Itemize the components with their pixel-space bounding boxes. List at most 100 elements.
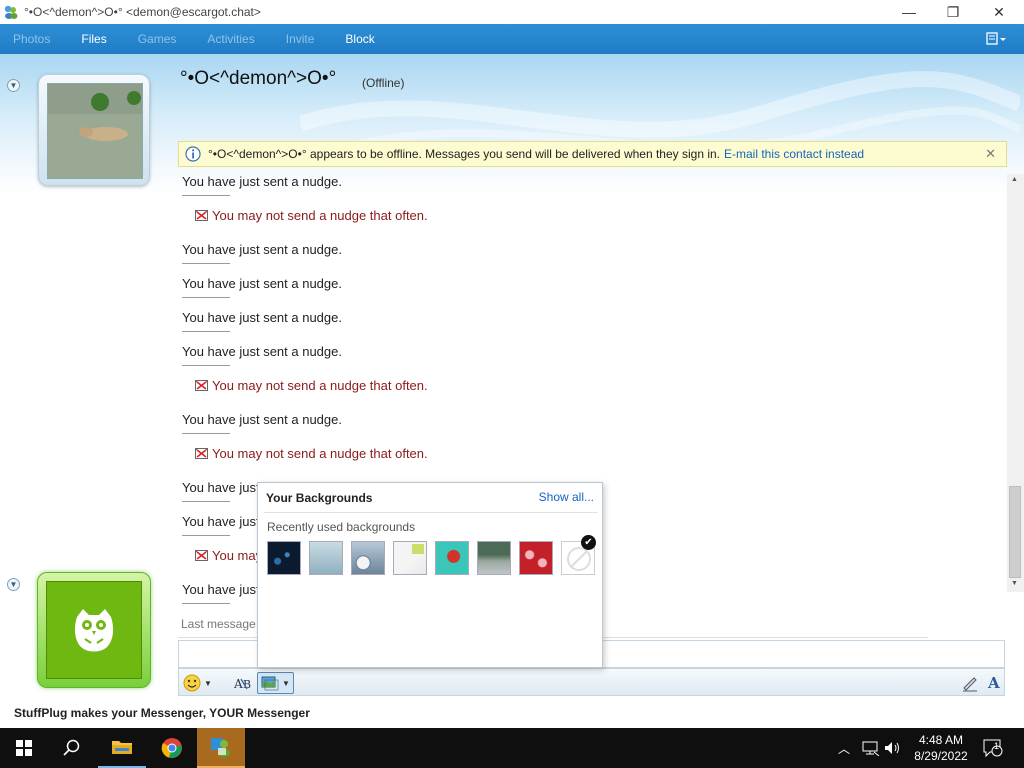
message-divider [182,263,230,264]
user-avatar-frame[interactable] [37,572,151,688]
network-tray[interactable] [862,728,880,768]
collapse-contact-avatar-button[interactable]: ▼ [7,79,20,92]
chevron-down-icon: ▼ [9,81,18,90]
infobar-message: °•Ο<^demon^>Ο•° appears to be offline. M… [208,147,720,161]
messenger-icon [211,738,230,757]
minimize-button[interactable]: — [886,0,932,24]
background-thumbnail[interactable] [477,541,511,575]
tray-overflow[interactable]: ︿ [838,728,850,768]
contact-name: °•Ο<^demon^>Ο•° [180,68,337,89]
scroll-down-icon[interactable]: ▼ [1011,580,1018,587]
message-divider [182,501,230,502]
message-warning: You may not send a nudge that often. [195,378,428,393]
font-button[interactable]: A [988,672,1000,694]
emoticon-dropdown-icon: ▼ [204,678,212,688]
font-icon: A [988,674,1000,692]
toolbar-games[interactable]: Games [138,32,177,46]
message-nudge: You have just [182,514,260,536]
nudge-warning-icon [195,448,208,459]
backgrounds-popup: Your Backgrounds Show all... Recently us… [257,482,603,668]
spellcheck-button[interactable]: A B [234,672,254,694]
maximize-icon: ❐ [946,3,960,20]
background-thumbnail[interactable] [519,541,553,575]
nudge-warning-icon [195,380,208,391]
search-icon [63,739,80,756]
last-message-info: Last message r [181,617,264,631]
messenger-toolbar: Photos Files Games Activities Invite Blo… [0,24,1024,54]
close-button[interactable]: ✕ [976,0,1022,24]
scroll-up-icon[interactable]: ▲ [1011,176,1018,183]
chrome-icon [161,738,182,758]
start-button[interactable] [0,728,48,768]
input-toolbar: ▼ A B ▼ A [178,668,1005,696]
email-contact-link[interactable]: E-mail this contact instead [724,147,864,161]
background-icon [261,676,279,691]
chrome-button[interactable] [148,728,196,768]
conversation-scrollbar[interactable]: ▲ ▼ [1007,174,1024,592]
toolbar-activities[interactable]: Activities [207,32,254,46]
backgrounds-dropdown-icon: ▼ [282,678,290,688]
user-avatar [46,581,142,679]
file-explorer-icon [112,741,132,754]
contact-status: (Offline) [362,76,405,90]
popup-subtitle: Recently used backgrounds [267,520,416,534]
owl-icon [74,609,114,652]
background-thumbnail[interactable] [267,541,301,575]
search-button[interactable] [48,728,96,768]
message-divider [182,433,230,434]
message-divider [182,603,230,604]
message-warning: You may not send a nudge that often. [195,208,428,223]
background-thumbnail[interactable] [351,541,385,575]
taskbar-clock[interactable]: 4:48 AM 8/29/2022 [906,732,976,764]
message-divider [182,331,230,332]
title-bar: °•Ο<^demon^>Ο•° <demon@escargot.chat> — … [0,0,1024,24]
popup-title: Your Backgrounds [266,491,373,505]
maximize-button[interactable]: ❐ [930,0,976,24]
background-thumbnail[interactable] [393,541,427,575]
message-divider [182,535,230,536]
message-divider [182,195,230,196]
menu-dropdown-icon [986,32,1006,45]
info-icon [185,146,201,162]
spellcheck-icon: A B [234,677,251,691]
nudge-warning-icon [195,210,208,221]
message-nudge: You have just sent a nudge. [182,276,342,298]
file-explorer-button[interactable] [98,728,146,768]
handwriting-icon [963,677,977,692]
background-thumbnail[interactable] [309,541,343,575]
infobar-close-icon[interactable]: ✕ [985,146,996,162]
toolbar-invite[interactable]: Invite [286,32,315,46]
messenger-app-icon [4,5,18,19]
volume-tray[interactable] [884,728,902,768]
message-nudge: You have just sent a nudge. [182,344,342,366]
close-icon: ✕ [993,3,1005,20]
emoticon-button[interactable]: ▼ [183,672,212,694]
windows-start-icon [16,740,32,756]
message-nudge: You have just sent a nudge. [182,242,342,264]
collapse-user-avatar-button[interactable]: ▼ [7,578,20,591]
windows-taskbar: ︿ 4:48 AM 8/29/2022 1 [0,728,1024,768]
handwriting-button[interactable] [961,672,979,694]
message-warning: You may [195,548,262,563]
nudge-warning-icon [195,550,208,561]
clock-date: 8/29/2022 [914,749,968,763]
message-divider [182,297,230,298]
stuffplug-footer: StuffPlug makes your Messenger, YOUR Mes… [14,706,310,720]
message-warning: You may not send a nudge that often. [195,446,428,461]
toolbar-block[interactable]: Block [345,32,374,46]
toolbar-files[interactable]: Files [81,32,106,46]
chevron-down-icon: ▼ [9,580,18,589]
emoticon-icon [183,674,201,692]
clock-time: 4:48 AM [918,733,964,747]
toolbar-menu-button[interactable] [986,31,1008,47]
messenger-taskbar-button[interactable] [197,728,245,768]
backgrounds-button[interactable]: ▼ [257,672,294,694]
toolbar-photos[interactable]: Photos [13,32,50,46]
background-thumbnail[interactable] [435,541,469,575]
notification-icon [983,739,1003,758]
scrollbar-thumb[interactable] [1009,486,1021,578]
notification-center[interactable]: 1 [982,728,1004,768]
contact-avatar-frame[interactable] [38,74,150,186]
show-all-link[interactable]: Show all... [539,490,594,504]
conversation-window: ▼ °•Ο<^demon^>Ο•° (Offline) °•Ο<^demon^>… [0,54,1024,728]
